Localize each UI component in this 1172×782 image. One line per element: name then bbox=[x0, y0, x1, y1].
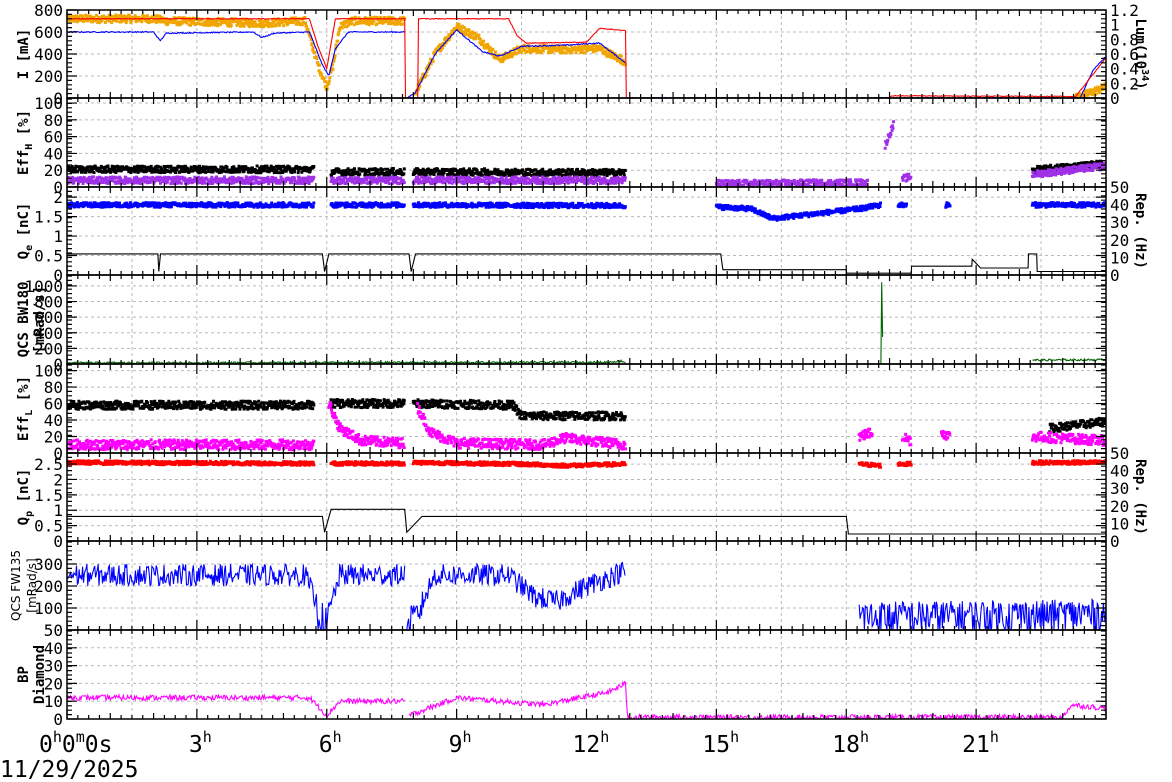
x-tick-rest: 0s bbox=[85, 732, 113, 758]
label-end: ) bbox=[1132, 81, 1148, 89]
y-tick-label: 20 bbox=[44, 428, 63, 447]
right-y-tick-label: 50 bbox=[1110, 178, 1129, 197]
panel-qcs-fw135: 50100200300QCS FW135 [mRad/s] bbox=[9, 540, 1107, 640]
panel-eff-l: 020406080100EffL [%] bbox=[16, 362, 1107, 463]
y-axis-label-line2: Diamond bbox=[32, 645, 48, 704]
series-eff-h-black bbox=[67, 159, 1106, 178]
panel-qcs-bw180: 02004006008001000QCS BW180 [mRad/s] bbox=[16, 274, 1107, 374]
right-y-tick-label: 10 bbox=[1110, 514, 1129, 533]
y-axis-label-line2: [mRad/s] bbox=[25, 558, 39, 612]
y-tick-label: 80 bbox=[44, 111, 63, 130]
label-superscript: 34 bbox=[1139, 69, 1150, 81]
right-y-tick-label: 20 bbox=[1110, 497, 1129, 516]
y-tick-label: 50 bbox=[44, 621, 63, 640]
y-tick-label: 40 bbox=[44, 144, 63, 163]
right-y-tick-label: 30 bbox=[1110, 479, 1129, 498]
right-y-tick-label: 20 bbox=[1110, 231, 1129, 250]
right-y-tick-label: 0 bbox=[1110, 266, 1120, 285]
y-axis-label: BP bbox=[16, 666, 32, 683]
y-axis-label-line2: [mRad/s] bbox=[32, 286, 48, 353]
x-tick-superscript: h bbox=[462, 728, 471, 746]
x-tick-superscript: h bbox=[730, 728, 739, 746]
y-tick-label: 0 bbox=[53, 710, 63, 729]
series-group bbox=[67, 13, 1106, 98]
y-tick-label: 800 bbox=[34, 1, 63, 20]
x-tick-superscript: h bbox=[990, 728, 999, 746]
x-tick-superscript: h bbox=[53, 728, 62, 746]
y-tick-label: 2.5 bbox=[34, 455, 63, 474]
y-axis-label: I [mA] bbox=[16, 29, 32, 80]
y-tick-label: 40 bbox=[44, 411, 63, 430]
x-tick-superscript: h bbox=[600, 728, 609, 746]
right-y-tick-label: 40 bbox=[1110, 196, 1129, 215]
y-tick-label: 100 bbox=[34, 94, 63, 113]
right-y-tick-label: 50 bbox=[1110, 444, 1129, 463]
y-tick-label: 100 bbox=[34, 362, 63, 381]
panel-charge-e: 00.511.5201020304050Rep. (Hz)Qe [nC] bbox=[16, 178, 1148, 285]
right-y-tick-label: 0 bbox=[1110, 532, 1120, 551]
label-rest: [%] bbox=[16, 376, 32, 410]
y-tick-label: 20 bbox=[44, 161, 63, 180]
x-tick-rest: 0 bbox=[62, 732, 76, 758]
y-tick-label: 200 bbox=[34, 67, 63, 86]
y-tick-label: 400 bbox=[34, 45, 63, 64]
y-tick-label: 80 bbox=[44, 378, 63, 397]
right-y-tick-label: 10 bbox=[1110, 248, 1129, 267]
y-tick-label: 60 bbox=[44, 395, 63, 414]
x-tick-label: 0h0m0s bbox=[39, 728, 112, 758]
right-y-tick-label: 40 bbox=[1110, 462, 1129, 481]
label-rest: [nC] bbox=[16, 469, 32, 511]
y-tick-label: 1.5 bbox=[34, 208, 63, 227]
y-tick-label: 2 bbox=[53, 188, 63, 207]
x-tick-label: 18h bbox=[832, 728, 869, 758]
panel-charge-p: 00.511.522.501020304050Rep. (Hz)Qp [nC] bbox=[16, 444, 1148, 551]
series-current-blue bbox=[67, 28, 1106, 98]
y-tick-label: 1 bbox=[53, 227, 63, 246]
right-y-tick-label: 1.2 bbox=[1110, 1, 1139, 20]
series-current-orange bbox=[67, 13, 1106, 98]
x-tick-label: 21h bbox=[962, 728, 999, 758]
x-tick-label: 9h bbox=[449, 728, 472, 758]
y-tick-label: 0.5 bbox=[34, 247, 63, 266]
x-tick-label: 6h bbox=[319, 728, 342, 758]
date-label: 11/29/2025 bbox=[0, 757, 138, 782]
x-tick-label: 3h bbox=[189, 728, 212, 758]
y-tick-label: 600 bbox=[34, 23, 63, 42]
right-axis-label: Rep. (Hz) bbox=[1132, 193, 1148, 269]
x-tick-label: 15h bbox=[702, 728, 739, 758]
panel-beam-current: 020040060080000.20.40.60.811.2Lum(1034)I… bbox=[16, 1, 1150, 108]
label-rest: [%] bbox=[16, 110, 32, 144]
panel-eff-h: 020406080100EffH [%] bbox=[16, 94, 1107, 197]
panel-bp-diamond: 010203040BP Diamond bbox=[16, 629, 1107, 729]
x-tick-label: 12h bbox=[573, 728, 610, 758]
y-axis-label: EffH [%] bbox=[16, 110, 35, 175]
x-tick-superscript: m bbox=[76, 728, 85, 746]
multi-panel-time-series-chart: 020040060080000.20.40.60.811.2Lum(1034)I… bbox=[0, 1, 1150, 782]
y-axis-label: Qp [nC] bbox=[16, 469, 35, 526]
x-tick-superscript: h bbox=[203, 728, 212, 746]
right-axis-label: Rep. (Hz) bbox=[1132, 459, 1148, 535]
x-tick-superscript: h bbox=[333, 728, 342, 746]
y-axis-label: Qe [nC] bbox=[16, 203, 35, 260]
y-axis-label: EffL [%] bbox=[16, 376, 35, 441]
y-tick-label: 60 bbox=[44, 128, 63, 147]
y-axis-label: QCS BW180 bbox=[16, 282, 32, 358]
right-y-tick-label: 30 bbox=[1110, 213, 1129, 232]
y-axis-label: QCS FW135 bbox=[9, 550, 23, 621]
label-rest: [nC] bbox=[16, 203, 32, 245]
x-tick-superscript: h bbox=[860, 728, 869, 746]
